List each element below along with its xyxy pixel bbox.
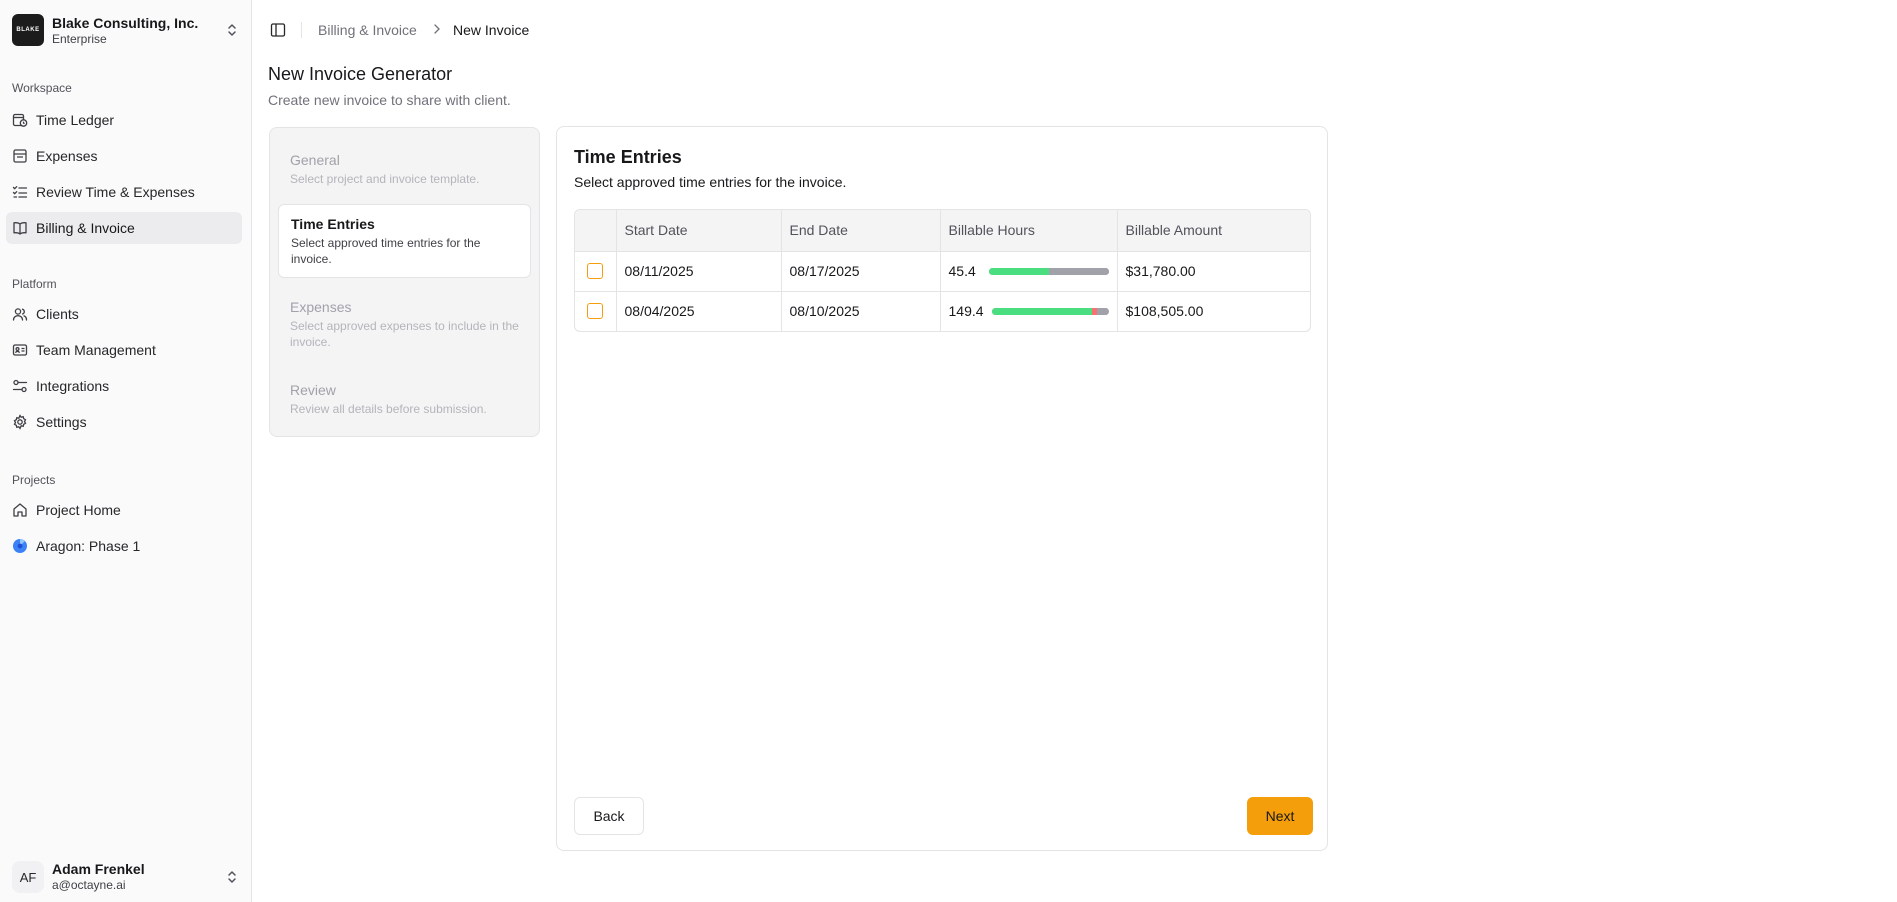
user-menu[interactable]: AF Adam Frenkel a@octayne.ai [12, 860, 240, 894]
header-divider [301, 22, 302, 38]
workspace-section-label: Workspace [12, 81, 72, 95]
pie-icon [13, 539, 27, 553]
sidebar-item-label: Clients [36, 306, 79, 322]
back-button[interactable]: Back [574, 797, 644, 835]
org-name: Blake Consulting, Inc. [52, 14, 199, 31]
sidebar-item-label: Team Management [36, 342, 156, 358]
breadcrumb-current: New Invoice [453, 22, 530, 38]
sidebar-item-team-management[interactable]: Team Management [6, 334, 242, 366]
projects-section-label: Projects [12, 473, 56, 487]
step-desc: Review all details before submission. [290, 402, 487, 416]
billable-segment [988, 267, 1049, 275]
step-general[interactable]: General Select project and invoice templ… [278, 141, 531, 197]
avatar: AF [12, 861, 44, 893]
hours-value: 45.4 [948, 263, 976, 279]
home-icon [13, 503, 27, 517]
select-column-header [575, 210, 617, 252]
sidebar-item-project-home[interactable]: Project Home [6, 494, 242, 526]
time-entries-table: Start Date End Date Billable Hours Billa… [574, 209, 1311, 332]
panel-left-icon [270, 23, 286, 37]
step-expenses[interactable]: Expenses Select approved expenses to inc… [278, 288, 531, 360]
sidebar-item-label: Review Time & Expenses [36, 184, 195, 200]
billable-hours-cell: 45.4 [940, 251, 1118, 292]
start-date-cell: 08/11/2025 [616, 251, 782, 292]
id-card-icon [12, 344, 28, 356]
sidebar-item-label: Billing & Invoice [36, 220, 135, 236]
billable-segment [991, 307, 1093, 315]
chevrons-up-down-icon [228, 871, 236, 883]
hours-bar [988, 267, 1109, 275]
column-header-billable-amount: Billable Amount [1117, 210, 1310, 252]
sidebar-item-review[interactable]: Review Time & Expenses [6, 176, 242, 208]
list-check-icon [12, 186, 28, 198]
step-review[interactable]: Review Review all details before submiss… [278, 371, 531, 427]
sidebar-item-clients[interactable]: Clients [6, 298, 242, 330]
sidebar-item-settings[interactable]: Settings [6, 406, 242, 438]
billable-amount-cell: $31,780.00 [1117, 251, 1310, 292]
sidebar-item-label: Time Ledger [36, 112, 115, 128]
sidebar-item-billing-invoice[interactable]: Billing & Invoice [6, 212, 242, 244]
time-entries-card: Time Entries Select approved time entrie… [556, 126, 1328, 851]
gear-icon [13, 414, 27, 430]
sidebar-item-aragon-phase-1[interactable]: Aragon: Phase 1 [6, 530, 242, 562]
sidebar-item-label: Aragon: Phase 1 [36, 538, 141, 554]
receipt-icon [13, 149, 27, 163]
step-title: Time Entries [291, 216, 375, 232]
column-header-start-date: Start Date [616, 210, 782, 252]
card-subtitle: Select approved time entries for the inv… [574, 174, 847, 190]
hours-value: 149.4 [948, 303, 984, 320]
step-time-entries[interactable]: Time Entries Select approved time entrie… [278, 204, 531, 278]
page-subtitle: Create new invoice to share with client. [268, 92, 511, 108]
step-title: Expenses [290, 299, 352, 315]
sidebar: BLAKE Blake Consulting, Inc. Enterprise … [0, 0, 252, 902]
billable-hours-cell: 149.4 [940, 291, 1118, 331]
step-title: General [290, 152, 340, 168]
org-plan: Enterprise [52, 31, 107, 46]
platform-section-label: Platform [12, 277, 57, 291]
table-row: 08/11/2025 08/17/2025 45.4 $31,780.00 [575, 251, 1310, 292]
step-desc: Select approved time entries for the inv… [291, 236, 481, 266]
org-logo: BLAKE [12, 14, 44, 46]
users-icon [12, 308, 28, 321]
card-title: Time Entries [574, 147, 682, 167]
sidebar-item-expenses[interactable]: Expenses [6, 140, 242, 172]
sidebar-item-label: Settings [36, 414, 87, 430]
hours-bar [991, 307, 1109, 315]
org-switcher[interactable]: BLAKE Blake Consulting, Inc. Enterprise [12, 12, 240, 48]
column-header-billable-hours: Billable Hours [940, 210, 1118, 252]
sidebar-item-integrations[interactable]: Integrations [6, 370, 242, 402]
sidebar-item-label: Expenses [36, 148, 98, 164]
end-date-cell: 08/17/2025 [781, 251, 941, 292]
chevrons-up-down-icon [228, 24, 236, 36]
user-email: a@octayne.ai [52, 878, 126, 892]
step-desc: Select project and invoice template. [290, 172, 480, 186]
billable-amount-cell: $108,505.00 [1125, 303, 1204, 320]
step-desc: Select approved expenses to include in t… [290, 319, 519, 349]
book-icon [13, 222, 27, 235]
sidebar-item-label: Integrations [36, 378, 110, 394]
end-date-cell: 08/10/2025 [781, 291, 941, 331]
step-title: Review [290, 382, 336, 398]
chevron-right-icon [434, 24, 440, 34]
start-date-cell: 08/04/2025 [616, 291, 782, 331]
column-header-end-date: End Date [781, 210, 941, 252]
wizard-steps: General Select project and invoice templ… [269, 127, 540, 437]
remaining-segment [1096, 307, 1109, 315]
sliders-icon [12, 379, 28, 393]
page-title: New Invoice Generator [268, 64, 453, 84]
row-checkbox[interactable] [587, 303, 603, 320]
row-checkbox[interactable] [587, 263, 603, 279]
user-name: Adam Frenkel [52, 861, 145, 877]
remaining-segment [1048, 267, 1109, 275]
clock-calendar-icon [12, 113, 28, 127]
sidebar-item-time-ledger[interactable]: Time Ledger [6, 104, 242, 136]
breadcrumb-billing-invoice[interactable]: Billing & Invoice [318, 22, 417, 38]
sidebar-toggle-button[interactable] [268, 20, 288, 40]
next-button[interactable]: Next [1247, 797, 1313, 835]
sidebar-item-label: Project Home [36, 502, 121, 518]
table-row: 08/04/2025 08/10/2025 149.4 $108,505.00 [575, 291, 1310, 331]
